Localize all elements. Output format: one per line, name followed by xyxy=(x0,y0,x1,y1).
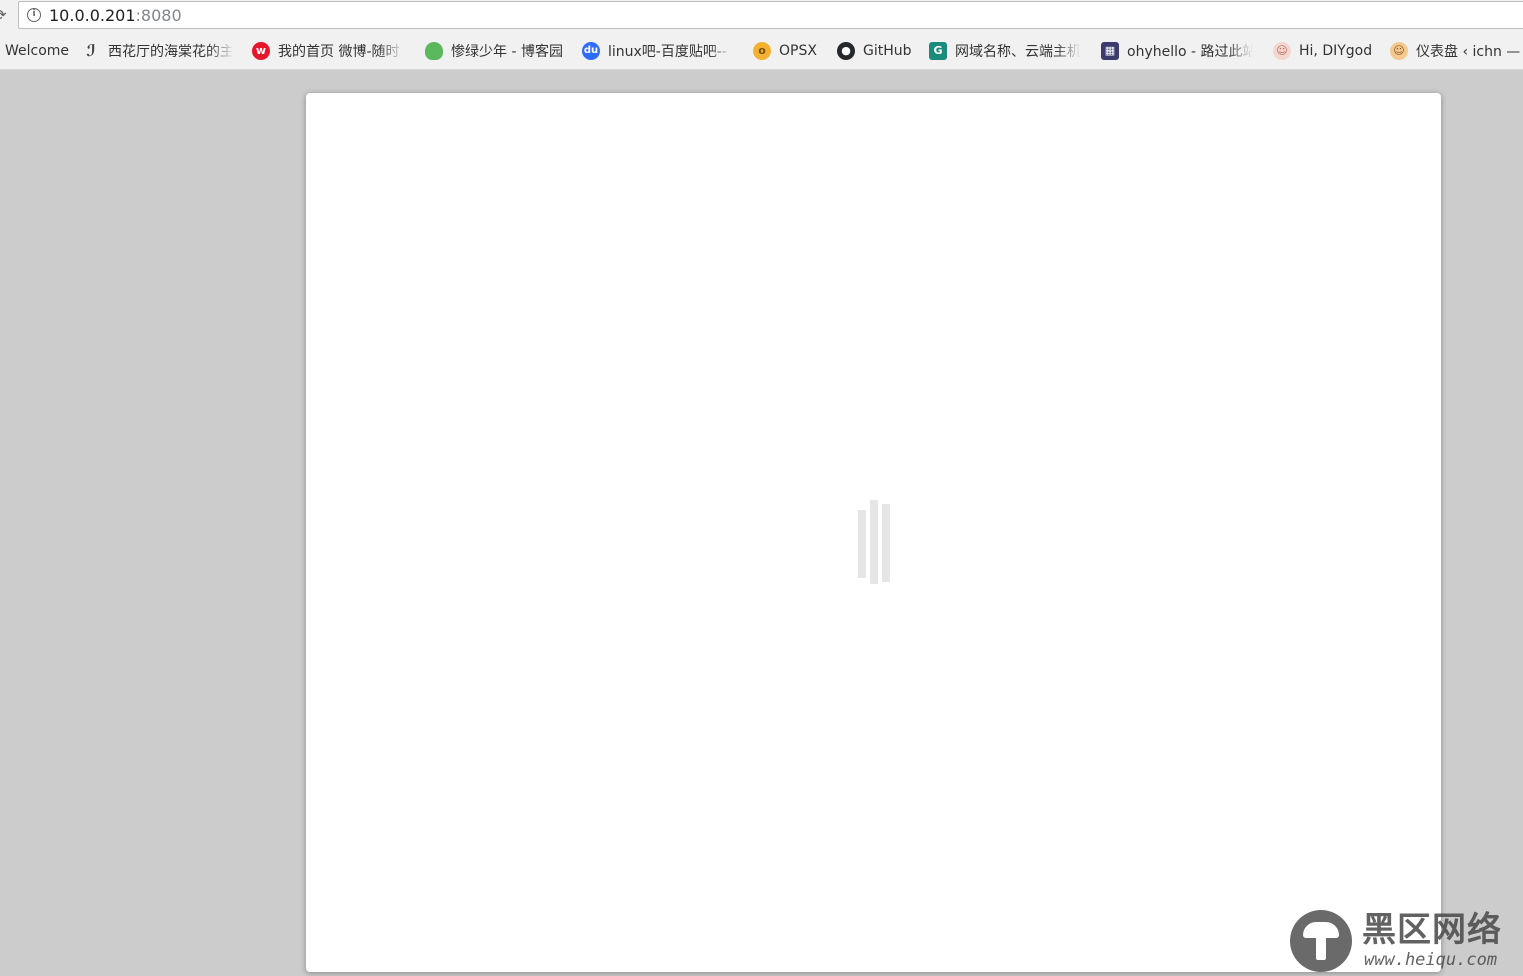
bookmark-github[interactable]: ● GitHub xyxy=(837,33,919,69)
loader-bar xyxy=(858,510,866,578)
baidu-paw-icon: du xyxy=(582,42,600,60)
bookmark-label: GitHub xyxy=(863,43,912,59)
frog-icon xyxy=(425,42,443,60)
bookmark-label: 网域名称、云端主机 xyxy=(955,44,1081,60)
bookmark-diygod[interactable]: ☺ Hi, DIYgod xyxy=(1273,33,1381,69)
github-icon: ● xyxy=(837,42,855,60)
bookmark-label: OPSX xyxy=(779,43,817,59)
watermark-title: 黑区网络 xyxy=(1362,910,1502,950)
anime-avatar-icon: ☺ xyxy=(1273,42,1291,60)
bookmarks-bar: Welcome ℐ 西花厅的海棠花的主 w 我的首页 微博-随时 惨绿少年 - … xyxy=(0,33,1523,70)
loading-spinner xyxy=(858,500,890,584)
bookmark-label: Welcome xyxy=(5,43,70,59)
bookmark-baidu-tieba[interactable]: du linux吧-百度贴吧-- xyxy=(582,33,740,69)
bookmark-ichn-dashboard[interactable]: ☺ 仪表盘 ‹ ichn — xyxy=(1390,33,1523,69)
bookmark-label: 仪表盘 ‹ ichn — xyxy=(1416,44,1521,60)
bookmark-label: Hi, DIYgod xyxy=(1299,43,1373,59)
anime-avatar-icon: ☺ xyxy=(1390,42,1408,60)
page-content-card xyxy=(306,93,1441,972)
godaddy-icon: G xyxy=(929,42,947,60)
reload-icon[interactable]: ⟳ xyxy=(0,5,10,25)
bookmark-label: 西花厅的海棠花的主 xyxy=(108,44,234,60)
hand-drawn-logo-icon: ℐ xyxy=(86,41,96,60)
bookmark-welcome[interactable]: Welcome xyxy=(5,33,73,69)
loader-bar xyxy=(882,504,890,582)
url-text[interactable]: 10.0.0.201:8080 xyxy=(49,6,182,26)
site-info-icon[interactable]: i xyxy=(27,8,41,22)
loader-bar xyxy=(870,500,878,584)
watermark-url: www.heiqu.com xyxy=(1364,950,1498,970)
pixel-avatar-icon: ▦ xyxy=(1101,42,1119,60)
bookmark-ohyhello[interactable]: ▦ ohyhello - 路过此站 xyxy=(1101,33,1261,69)
mushroom-logo-icon xyxy=(1290,910,1352,972)
bookmark-weibo[interactable]: w 我的首页 微博-随时 xyxy=(252,33,412,69)
site-watermark: 黑区网络 www.heiqu.com xyxy=(1290,910,1520,972)
weibo-icon: w xyxy=(252,42,270,60)
url-port: :8080 xyxy=(135,6,182,25)
bookmark-label: 我的首页 微博-随时 xyxy=(278,44,400,60)
omnibox[interactable]: i 10.0.0.201:8080 xyxy=(18,1,1523,29)
bookmark-godaddy[interactable]: G 网域名称、云端主机 xyxy=(929,33,1089,69)
url-host: 10.0.0.201 xyxy=(49,6,136,25)
opsx-icon: o xyxy=(753,42,771,60)
bookmark-opsx[interactable]: o OPSX xyxy=(753,33,828,69)
address-bar-row: ⟳ i 10.0.0.201:8080 xyxy=(0,0,1523,33)
bookmark-haitang[interactable]: ℐ 西花厅的海棠花的主 xyxy=(82,33,240,69)
bookmark-cnblogs[interactable]: 惨绿少年 - 博客园 xyxy=(425,33,570,69)
bookmark-label: linux吧-百度贴吧-- xyxy=(608,44,727,60)
bookmark-label: ohyhello - 路过此站 xyxy=(1127,44,1253,60)
bookmark-label: 惨绿少年 - 博客园 xyxy=(451,44,563,60)
